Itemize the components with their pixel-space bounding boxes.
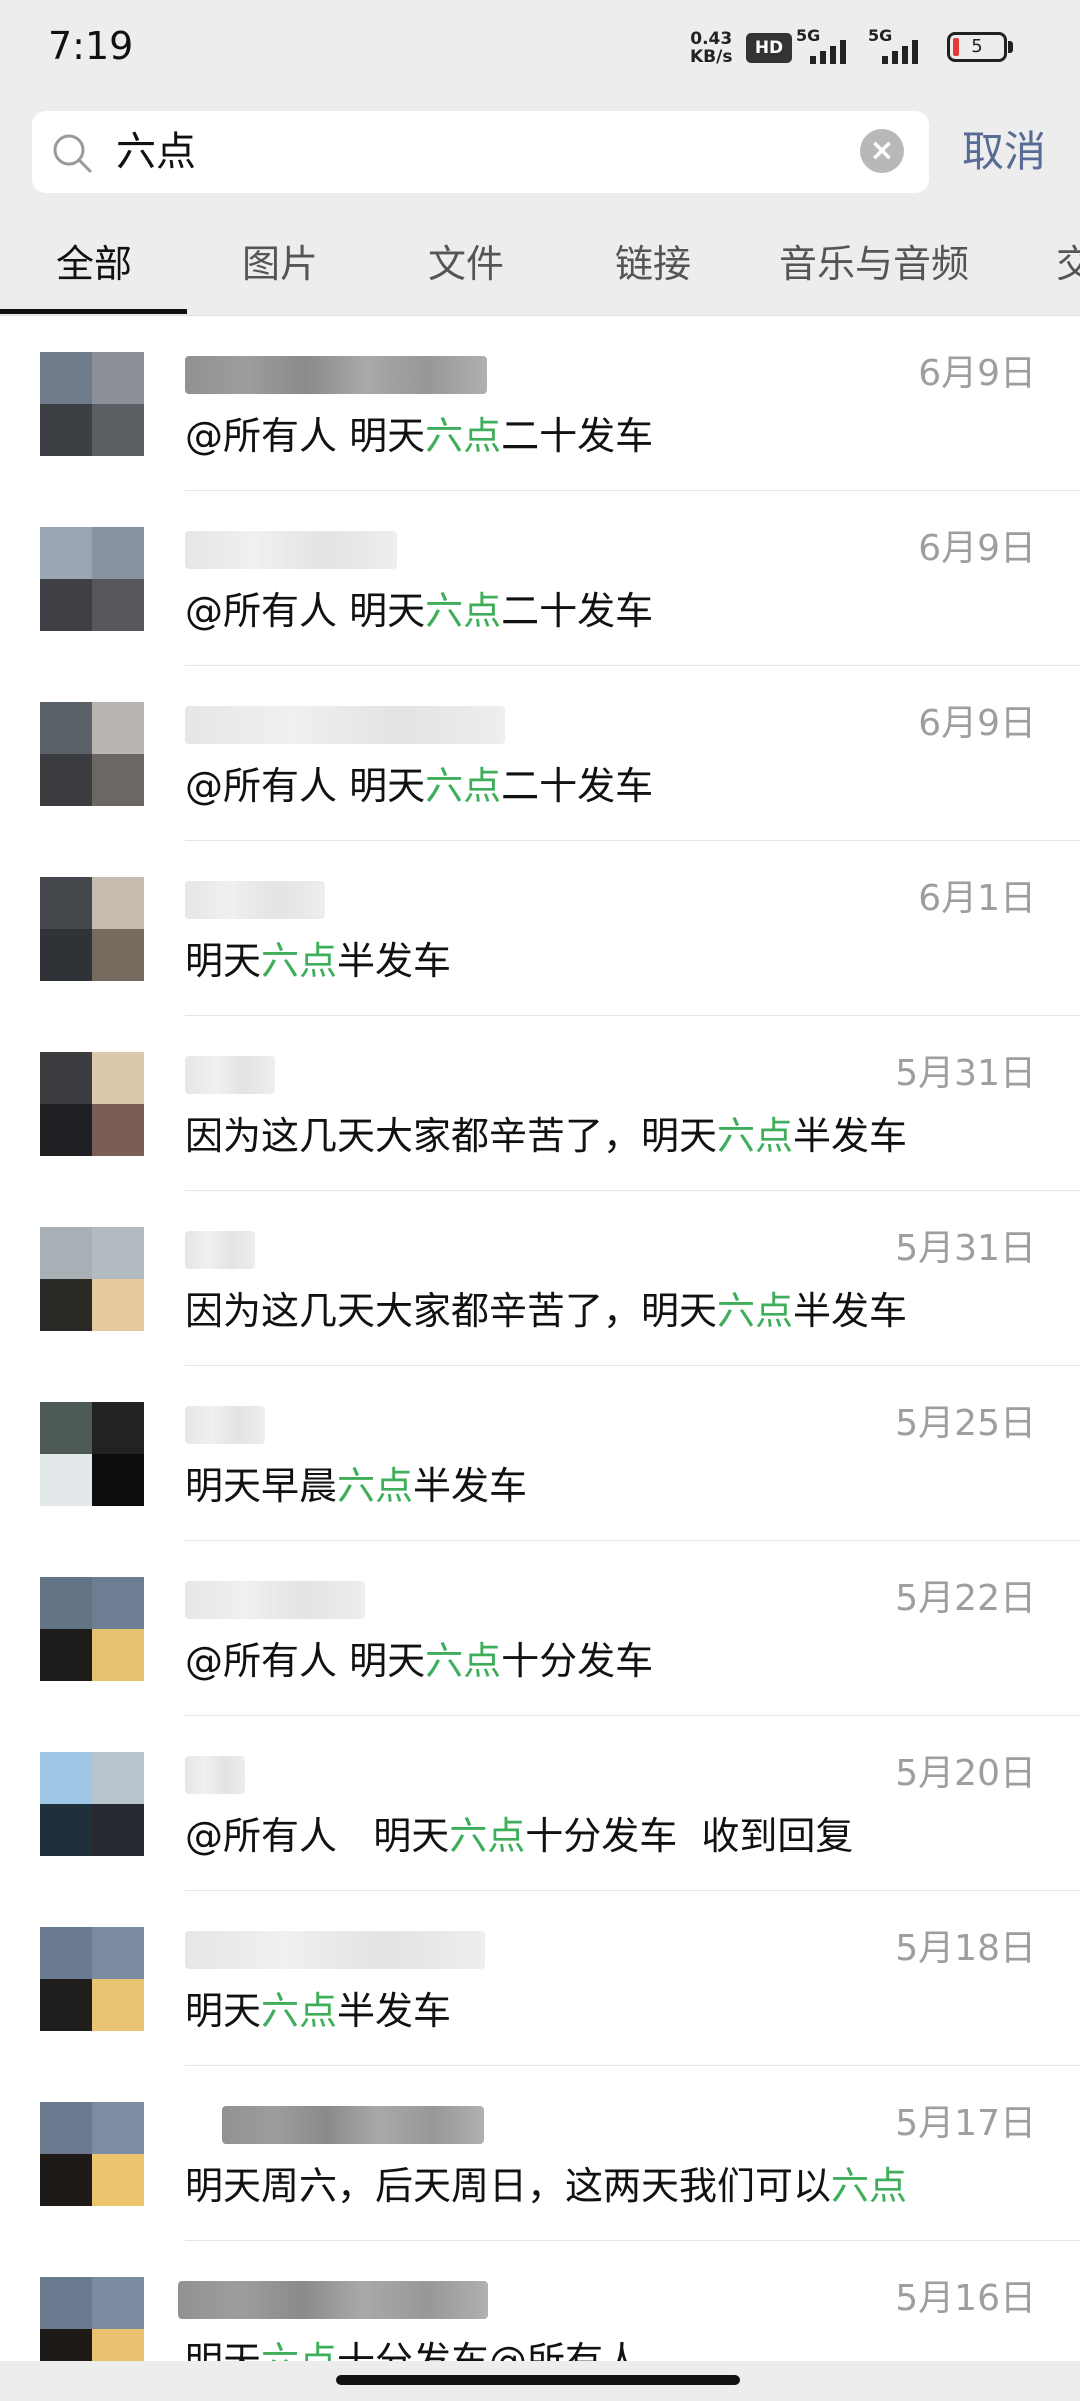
status-bar: 7:19 0.43 KB/s HD 5G 5G 5 — [0, 0, 1080, 100]
signal-icon-1: 5G — [796, 26, 860, 66]
avatar — [40, 2277, 144, 2361]
sender-name-redacted — [185, 356, 487, 394]
search-results-list: 6月9日 @所有人 明天六点二十发车 6月9日 @所有人 明天六点二十发车 6月… — [0, 316, 1080, 2361]
message-date: 5月18日 — [895, 1928, 1036, 1969]
match-highlight: 六点 — [261, 2339, 338, 2361]
result-row[interactable]: 5月31日 因为这几天大家都辛苦了，明天六点半发车 — [0, 1016, 1080, 1191]
avatar — [40, 352, 144, 456]
match-highlight: 六点 — [449, 1814, 526, 1858]
result-row[interactable]: 6月9日 @所有人 明天六点二十发车 — [0, 316, 1080, 491]
tab-files[interactable]: 文件 — [428, 239, 504, 289]
message-snippet: @所有人 明天六点二十发车 — [185, 589, 654, 633]
cancel-button[interactable]: 取消 — [962, 124, 1046, 180]
result-row[interactable]: 6月9日 @所有人 明天六点二十发车 — [0, 491, 1080, 666]
message-snippet: @所有人 明天六点十分发车 收到回复 — [185, 1814, 854, 1858]
sender-name-redacted — [185, 1056, 275, 1094]
search-box[interactable]: 六点 × — [32, 111, 929, 193]
avatar — [40, 1052, 144, 1156]
tab-links[interactable]: 链接 — [615, 239, 691, 289]
avatar — [40, 877, 144, 981]
sender-name-redacted — [185, 1581, 365, 1619]
result-row[interactable]: 5月20日 @所有人 明天六点十分发车 收到回复 — [0, 1716, 1080, 1891]
avatar — [40, 702, 144, 806]
message-snippet: 明天六点半发车 — [185, 939, 452, 983]
network-speed-value: 0.43 — [690, 29, 733, 49]
message-date: 6月1日 — [918, 878, 1036, 919]
avatar — [40, 1927, 144, 2031]
message-snippet: 明天早晨六点半发车 — [185, 1464, 528, 1508]
search-icon — [53, 134, 92, 173]
avatar — [40, 1577, 144, 1681]
battery-tip — [1008, 41, 1013, 53]
result-row[interactable]: 5月18日 明天六点半发车 — [0, 1891, 1080, 2066]
message-snippet: 因为这几天大家都辛苦了，明天六点半发车 — [185, 1114, 908, 1158]
match-highlight: 六点 — [717, 1289, 794, 1333]
network-speed: 0.43 KB/s — [690, 30, 732, 66]
hd-badge: HD — [746, 33, 792, 63]
message-snippet: 明天六点半发车 — [185, 1989, 452, 2033]
message-date: 6月9日 — [918, 528, 1036, 569]
close-icon: × — [869, 133, 895, 168]
message-date: 5月31日 — [895, 1053, 1036, 1094]
avatar — [40, 1402, 144, 1506]
message-snippet: 明天六点十分发车@所有人 — [185, 2335, 641, 2361]
message-snippet: @所有人 明天六点二十发车 — [185, 764, 654, 808]
message-date: 6月9日 — [918, 353, 1036, 394]
active-tab-indicator — [0, 309, 187, 314]
tab-music-audio[interactable]: 音乐与音频 — [779, 239, 969, 289]
clear-search-button[interactable]: × — [860, 129, 904, 173]
status-time: 7:19 — [48, 24, 134, 68]
sender-name-redacted — [185, 1756, 245, 1794]
message-date: 5月16日 — [895, 2278, 1036, 2319]
match-highlight: 六点 — [261, 939, 338, 983]
battery-level: 5 — [971, 36, 983, 57]
message-date: 5月20日 — [895, 1753, 1036, 1794]
result-row[interactable]: 5月25日 明天早晨六点半发车 — [0, 1366, 1080, 1541]
sender-name-redacted — [185, 706, 505, 744]
home-indicator[interactable] — [336, 2375, 740, 2385]
match-highlight: 六点 — [425, 764, 502, 808]
sender-name-redacted — [185, 1931, 485, 1969]
sender-name-redacted — [222, 2106, 484, 2144]
result-row[interactable]: 6月9日 @所有人 明天六点二十发车 — [0, 666, 1080, 841]
result-row[interactable]: 5月17日 明天周六，后天周日，这两天我们可以六点 — [0, 2066, 1080, 2241]
sender-name-redacted — [185, 531, 397, 569]
tab-more[interactable]: 交 — [1056, 239, 1080, 289]
match-highlight: 六点 — [337, 1464, 414, 1508]
signal-icon-2: 5G — [868, 26, 932, 66]
sender-name-redacted — [185, 881, 325, 919]
battery-icon: 5 — [947, 32, 1007, 62]
match-highlight: 六点 — [425, 589, 502, 633]
message-date: 5月31日 — [895, 1228, 1036, 1269]
network-speed-unit: KB/s — [690, 47, 733, 67]
search-input[interactable]: 六点 — [116, 125, 196, 179]
filter-tabs: 全部 图片 文件 链接 音乐与音频 交 — [0, 215, 1080, 315]
avatar — [40, 1227, 144, 1331]
result-row[interactable]: 5月31日 因为这几天大家都辛苦了，明天六点半发车 — [0, 1191, 1080, 1366]
match-highlight: 六点 — [261, 1989, 338, 2033]
avatar — [40, 1752, 144, 1856]
message-date: 5月22日 — [895, 1578, 1036, 1619]
message-snippet: @所有人 明天六点十分发车 — [185, 1639, 654, 1683]
match-highlight: 六点 — [717, 1114, 794, 1158]
message-date: 6月9日 — [918, 703, 1036, 744]
message-snippet: 明天周六，后天周日，这两天我们可以六点 — [185, 2164, 908, 2208]
match-highlight: 六点 — [425, 1639, 502, 1683]
sender-name-redacted — [178, 2281, 488, 2319]
match-highlight: 六点 — [831, 2164, 908, 2208]
message-date: 5月25日 — [895, 1403, 1036, 1444]
tab-all[interactable]: 全部 — [56, 239, 132, 289]
message-snippet: 因为这几天大家都辛苦了，明天六点半发车 — [185, 1289, 908, 1333]
avatar — [40, 2102, 144, 2206]
sender-name-redacted — [185, 1231, 255, 1269]
message-date: 5月17日 — [895, 2103, 1036, 2144]
result-row[interactable]: 6月1日 明天六点半发车 — [0, 841, 1080, 1016]
sender-name-redacted — [185, 1406, 265, 1444]
avatar — [40, 527, 144, 631]
match-highlight: 六点 — [425, 414, 502, 458]
result-row[interactable]: 5月16日 明天六点十分发车@所有人 — [0, 2241, 1080, 2361]
message-snippet: @所有人 明天六点二十发车 — [185, 414, 654, 458]
result-row[interactable]: 5月22日 @所有人 明天六点十分发车 — [0, 1541, 1080, 1716]
tab-images[interactable]: 图片 — [242, 239, 318, 289]
